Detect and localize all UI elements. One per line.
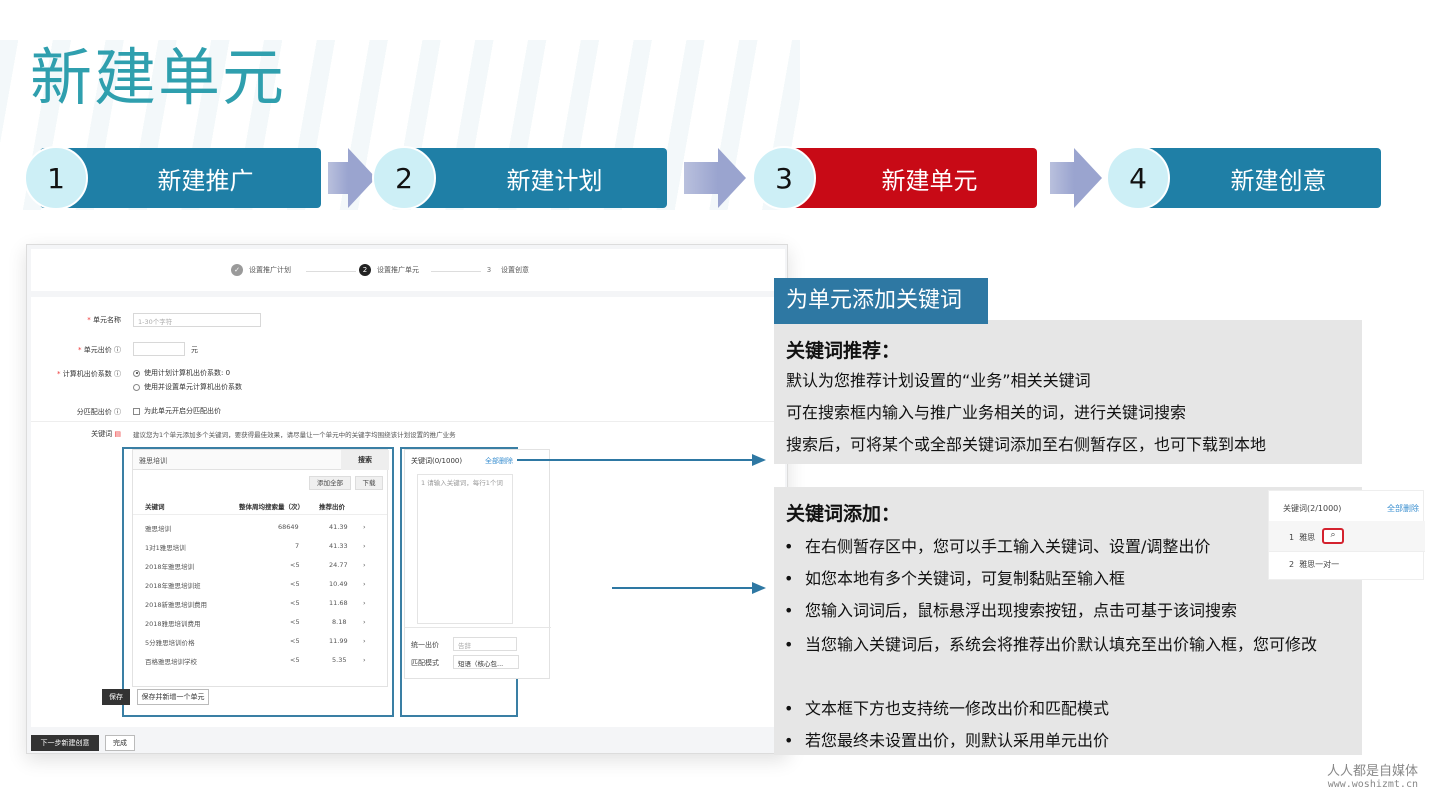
- next-step-button[interactable]: 下一步新建创意: [31, 735, 99, 751]
- table-row[interactable]: 百格雅思培训学校 <5 5.35 ›: [133, 651, 387, 670]
- recommend-line: 默认为您推荐计划设置的“业务”相关关键词: [786, 371, 1091, 390]
- mini-clear-all-link[interactable]: 全部删除: [1387, 503, 1419, 514]
- pc-factor-radio-1[interactable]: 使用计划计算机出价系数: 0: [133, 368, 230, 378]
- match-bid-label: 分匹配出价 ⓘ: [76, 408, 121, 416]
- unit-bid-input[interactable]: [133, 342, 185, 356]
- arrow-right-icon: [752, 454, 766, 466]
- step-2-number: 2: [372, 146, 436, 210]
- keyword-search-input[interactable]: 雅思培训: [133, 450, 341, 470]
- staging-header: 关键词(0/1000): [411, 457, 463, 465]
- mini-row-1[interactable]: 1 雅思: [1289, 532, 1315, 543]
- table-row[interactable]: 2018雅思培训费用 <5 8.18 ›: [133, 613, 387, 632]
- table-row[interactable]: 2018新雅思培训费用 <5 11.68 ›: [133, 594, 387, 613]
- connector-line: [612, 587, 752, 589]
- table-row[interactable]: 2018年雅思培训班 <5 10.49 ›: [133, 575, 387, 594]
- recommend-heading: 关键词推荐：: [786, 340, 901, 362]
- unit-bid-label: * 单元出价 ⓘ: [78, 346, 121, 354]
- step-4-number: 4: [1106, 146, 1170, 210]
- table-row[interactable]: 2018年雅思培训 <5 24.77 ›: [133, 556, 387, 575]
- add-bullet: 当您输入关键词后，系统会将推荐出价默认填充至出价输入框，您可修改: [784, 629, 1349, 661]
- unified-bid-input[interactable]: 告辞: [453, 637, 517, 651]
- divider: [405, 627, 551, 628]
- recommend-line: 搜索后，可将某个或全部关键词添加至右侧暂存区，也可下载到本地: [786, 435, 1267, 454]
- check-icon: ✓: [231, 264, 243, 276]
- keyword-search-panel: 雅思培训 搜索 添加全部 下载 关键词 整体周均搜索量（次） 推荐出价 雅思培训…: [132, 449, 389, 687]
- step-label: 新建创意: [1230, 166, 1327, 195]
- keyword-tip: 建议您为1个单元添加多个关键词，要获得最佳效果，请尽量让一个单元中的关键字均围绕…: [133, 431, 456, 439]
- chevron-right-icon: ›: [363, 542, 366, 550]
- add-bullet: 您输入词词后，鼠标悬浮出现搜索按钮，点击可基于该词搜索: [784, 595, 1349, 627]
- clear-all-link[interactable]: 全部删除: [485, 456, 513, 466]
- keyword-label: 关键词 ▤: [91, 430, 121, 438]
- arrow-right-icon: [752, 582, 766, 594]
- unit-name-label: * 单元名称: [87, 316, 121, 324]
- step-1-number: 1: [24, 146, 88, 210]
- table-header: 关键词 整体周均搜索量（次） 推荐出价: [133, 496, 387, 515]
- staging-textarea[interactable]: 1 请输入关键词，每行1个词: [417, 474, 513, 624]
- match-mode-label: 匹配模式: [411, 659, 439, 667]
- search-button[interactable]: 搜索: [341, 450, 389, 470]
- step-label: 新建推广: [157, 166, 254, 195]
- step-arrow-icon: [1074, 148, 1102, 208]
- embedded-screenshot: ✓ 设置推广计划 2 设置推广单元 3 设置创意 * 单元名称 1-30个字符 …: [26, 244, 788, 754]
- progress-step-2: 2 设置推广单元: [359, 264, 419, 276]
- done-button[interactable]: 完成: [105, 735, 135, 751]
- save-and-new-button[interactable]: 保存并新增一个单元: [137, 689, 209, 705]
- chevron-right-icon: ›: [363, 561, 366, 569]
- unit-bid-unit: 元: [191, 346, 198, 354]
- progress-line: [431, 271, 481, 272]
- progress-steps: ✓ 设置推广计划 2 设置推广单元 3 设置创意: [31, 249, 785, 291]
- match-mode-select[interactable]: 短语（核心包...: [453, 655, 519, 669]
- download-button[interactable]: 下载: [355, 476, 383, 490]
- add-bullet: 文本框下方也支持统一修改出价和匹配模式: [784, 693, 1349, 725]
- add-bullet: 在右侧暂存区中，您可以手工输入关键词、设置/调整出价: [784, 531, 1349, 563]
- divider: [31, 421, 785, 422]
- save-button[interactable]: 保存: [102, 689, 130, 705]
- chevron-right-icon: ›: [363, 656, 366, 664]
- chevron-right-icon: ›: [363, 580, 366, 588]
- watermark: 人人都是自媒体 www.woshizmt.cn: [1326, 764, 1418, 790]
- recommend-line: 可在搜索框内输入与推广业务相关的词，进行关键词搜索: [786, 403, 1187, 422]
- add-bullet: 如您本地有多个关键词，可复制黏贴至输入框: [784, 563, 1349, 595]
- keyword-recommend-card: 关键词推荐： 默认为您推荐计划设置的“业务”相关关键词 可在搜索框内输入与推广业…: [774, 320, 1362, 464]
- table-row[interactable]: 5分雅思培训价格 <5 11.99 ›: [133, 632, 387, 651]
- keyword-staging-panel: 关键词(0/1000) 全部删除 1 请输入关键词，每行1个词 统一出价 告辞 …: [404, 449, 551, 679]
- unit-name-input[interactable]: 1-30个字符: [133, 313, 261, 327]
- unit-form: * 单元名称 1-30个字符 * 单元出价 ⓘ 元 * 计算机出价系数 ⓘ 使用…: [31, 297, 785, 727]
- divider: [1269, 551, 1425, 552]
- chevron-right-icon: ›: [363, 637, 366, 645]
- step-arrow-body: [328, 162, 348, 194]
- pc-factor-label: * 计算机出价系数 ⓘ: [57, 370, 121, 378]
- match-bid-checkbox[interactable]: 为此单元开启分匹配出价: [133, 406, 221, 416]
- step-arrow-body: [1050, 162, 1074, 194]
- mini-staging-panel: 关键词(2/1000) 全部删除 1 雅思 ⌕ 2 雅思一对一: [1268, 490, 1425, 580]
- chevron-right-icon: ›: [363, 523, 366, 531]
- mini-row-2[interactable]: 2 雅思一对一: [1289, 559, 1339, 570]
- pc-factor-radio-2[interactable]: 使用并设置单元计算机出价系数: [133, 382, 242, 392]
- progress-step-3: 3 设置创意: [486, 266, 529, 274]
- add-all-button[interactable]: 添加全部: [309, 476, 351, 490]
- table-row[interactable]: 雅思培训 68649 41.39 ›: [133, 518, 387, 537]
- connector-line: [517, 459, 753, 461]
- progress-line: [306, 271, 356, 272]
- mini-staging-header: 关键词(2/1000): [1283, 504, 1342, 513]
- chevron-right-icon: ›: [363, 599, 366, 607]
- step-label: 新建单元: [881, 166, 978, 195]
- search-icon[interactable]: ⌕: [1322, 528, 1344, 544]
- progress-step-1: ✓ 设置推广计划: [231, 264, 291, 276]
- step-label: 新建计划: [506, 166, 603, 195]
- add-bullet: 若您最终未设置出价，则默认采用单元出价: [784, 725, 1349, 757]
- step-arrow-icon: [718, 148, 746, 208]
- page-title: 新建单元: [30, 41, 287, 114]
- section-tag: 为单元添加关键词: [774, 278, 988, 324]
- unified-bid-label: 统一出价: [411, 641, 439, 649]
- chevron-right-icon: ›: [363, 618, 366, 626]
- step-arrow-body: [684, 162, 718, 194]
- add-heading: 关键词添加：: [786, 503, 901, 525]
- table-row[interactable]: 1对1雅思培训 7 41.33 ›: [133, 537, 387, 556]
- step-3-number: 3: [752, 146, 816, 210]
